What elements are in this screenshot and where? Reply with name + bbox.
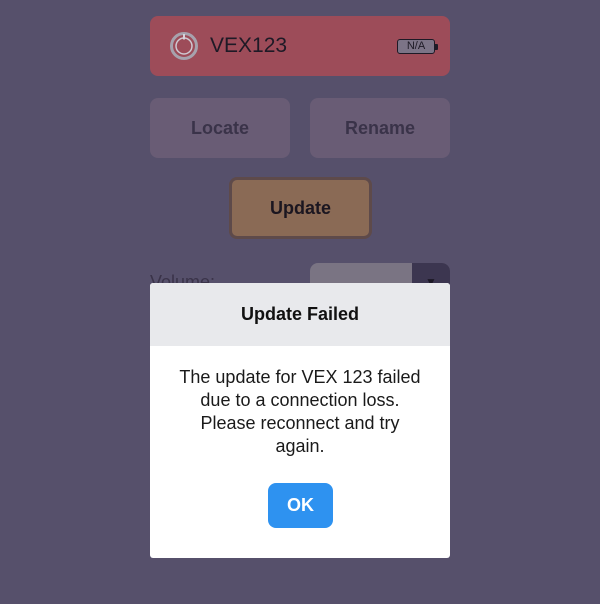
update-button[interactable]: Update (229, 177, 372, 239)
power-ring-icon (169, 31, 199, 61)
update-failed-dialog: Update Failed The update for VEX 123 fai… (150, 283, 450, 558)
battery-icon: N/A (397, 39, 438, 54)
dialog-title: Update Failed (150, 283, 450, 346)
dialog-message: The update for VEX 123 failed due to a c… (179, 367, 421, 456)
device-name: VEX123 (210, 34, 288, 57)
battery-tip (435, 43, 438, 50)
device-header: VEX123 N/A (150, 16, 450, 76)
locate-button[interactable]: Locate (150, 98, 290, 158)
rename-button[interactable]: Rename (310, 98, 450, 158)
battery-status: N/A (397, 39, 435, 54)
ok-button[interactable]: OK (268, 483, 333, 528)
